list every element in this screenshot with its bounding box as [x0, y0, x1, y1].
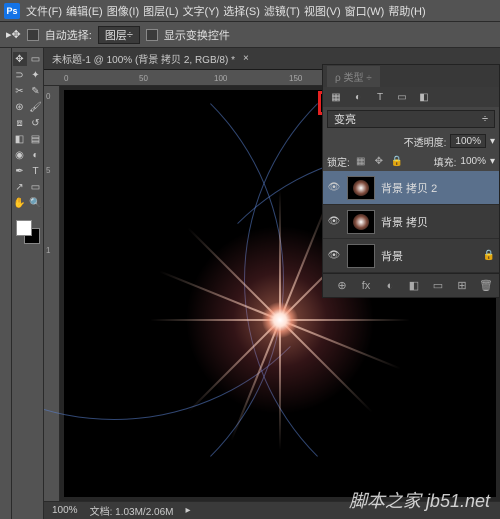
menu-select[interactable]: 选择(S) — [223, 3, 260, 19]
new-layer-icon[interactable]: ⊞ — [455, 279, 469, 293]
path-tool[interactable]: ↗ — [13, 180, 27, 194]
auto-select-label: 自动选择: — [45, 27, 92, 43]
lock-label: 锁定: — [327, 154, 350, 169]
layers-panel: ρ 类型 ÷ ▦ ◐ T ▭ ◧ 变亮÷ 不透明度: 100% ▾ 锁定: ▦ … — [322, 64, 500, 298]
blur-tool[interactable]: ◉ — [13, 148, 27, 162]
auto-select-checkbox[interactable] — [27, 29, 39, 41]
brush-tool[interactable]: 🖌 — [29, 100, 43, 114]
history-brush-tool[interactable]: ↺ — [29, 116, 43, 130]
panel-footer: ⊕ fx ◐ ◧ ▭ ⊞ 🗑 — [323, 273, 499, 297]
group-icon[interactable]: ▭ — [431, 279, 445, 293]
left-gutter — [0, 48, 12, 519]
heal-tool[interactable]: ⊛ — [13, 100, 27, 114]
stamp-tool[interactable]: ⧈ — [13, 116, 27, 130]
lock-row: 锁定: ▦ ✥ 🔒 填充: 100% ▾ — [323, 151, 499, 171]
toolbox: ✥▭ ⊃✦ ✂✎ ⊛🖌 ⧈↺ ◧▤ ◉◐ ✒T ↗▭ ✋🔍 — [12, 48, 44, 519]
dodge-tool[interactable]: ◐ — [29, 148, 43, 162]
blend-mode-dropdown[interactable]: 变亮÷ — [327, 110, 495, 128]
filter-icons: ▦ ◐ T ▭ ◧ — [323, 87, 499, 107]
lock-pixels-icon[interactable]: ▦ — [354, 154, 368, 168]
menu-filter[interactable]: 滤镜(T) — [264, 3, 300, 19]
layer-name[interactable]: 背景 拷贝 2 — [381, 180, 437, 196]
eraser-tool[interactable]: ◧ — [13, 132, 27, 146]
adjustment-icon[interactable]: ◧ — [407, 279, 421, 293]
menu-view[interactable]: 视图(V) — [304, 3, 341, 19]
filter-smart-icon[interactable]: ◧ — [417, 90, 431, 104]
filter-pixel-icon[interactable]: ▦ — [329, 90, 343, 104]
show-transform-checkbox[interactable] — [146, 29, 158, 41]
lock-icon: 🔒 — [483, 250, 495, 261]
panel-tabs: ρ 类型 ÷ — [323, 65, 499, 87]
filter-type-icon[interactable]: T — [373, 90, 387, 104]
marquee-tool[interactable]: ▭ — [29, 52, 43, 66]
blend-row: 变亮÷ — [323, 107, 499, 131]
layer-list: 👁 背景 拷贝 2 👁 背景 拷贝 👁 背景 🔒 — [323, 171, 499, 273]
blend-mode-value: 变亮 — [334, 111, 356, 127]
app-logo: Ps — [4, 3, 20, 19]
layer-thumbnail[interactable] — [347, 210, 375, 234]
layer-row[interactable]: 👁 背景 拷贝 2 — [323, 171, 499, 205]
menu-window[interactable]: 窗口(W) — [345, 3, 385, 19]
opacity-label: 不透明度: — [404, 134, 447, 149]
layer-name[interactable]: 背景 拷贝 — [381, 214, 428, 230]
gradient-tool[interactable]: ▤ — [29, 132, 43, 146]
panel-tab-kind[interactable]: ρ 类型 ÷ — [327, 66, 380, 87]
lock-position-icon[interactable]: ✥ — [372, 154, 386, 168]
auto-select-dropdown[interactable]: 图层 ÷ — [98, 26, 140, 44]
chevron-down-icon[interactable]: ▾ — [490, 156, 495, 167]
mask-icon[interactable]: ◐ — [383, 279, 397, 293]
menu-type[interactable]: 文字(Y) — [183, 3, 220, 19]
zoom-tool[interactable]: 🔍 — [29, 196, 43, 210]
filter-adjust-icon[interactable]: ◐ — [351, 90, 365, 104]
fx-icon[interactable]: fx — [359, 279, 373, 293]
opacity-row: 不透明度: 100% ▾ — [323, 131, 499, 151]
lasso-tool[interactable]: ⊃ — [13, 68, 27, 82]
hand-tool[interactable]: ✋ — [13, 196, 27, 210]
move-tool-icon: ▸✥ — [6, 28, 21, 41]
menu-file[interactable]: 文件(F) — [26, 3, 62, 19]
menu-help[interactable]: 帮助(H) — [388, 3, 425, 19]
fill-value[interactable]: 100% — [460, 156, 486, 167]
type-tool[interactable]: T — [29, 164, 43, 178]
trash-icon[interactable]: 🗑 — [479, 279, 493, 293]
menu-image[interactable]: 图像(I) — [107, 3, 139, 19]
layer-name[interactable]: 背景 — [381, 248, 403, 264]
menubar: Ps 文件(F) 编辑(E) 图像(I) 图层(L) 文字(Y) 选择(S) 滤… — [0, 0, 500, 22]
layer-row[interactable]: 👁 背景 拷贝 — [323, 205, 499, 239]
crop-tool[interactable]: ✂ — [13, 84, 27, 98]
color-swatch[interactable] — [16, 220, 40, 244]
lock-all-icon[interactable]: 🔒 — [390, 154, 404, 168]
visibility-icon[interactable]: 👁 — [327, 181, 341, 195]
link-layers-icon[interactable]: ⊕ — [335, 279, 349, 293]
menu-layer[interactable]: 图层(L) — [143, 3, 178, 19]
show-transform-label: 显示变换控件 — [164, 27, 230, 43]
pen-tool[interactable]: ✒ — [13, 164, 27, 178]
layer-thumbnail[interactable] — [347, 244, 375, 268]
chevron-down-icon[interactable]: ▾ — [490, 136, 495, 147]
fill-label: 填充: — [434, 154, 457, 169]
menu-edit[interactable]: 编辑(E) — [66, 3, 103, 19]
shape-tool[interactable]: ▭ — [29, 180, 43, 194]
visibility-icon[interactable]: 👁 — [327, 215, 341, 229]
filter-shape-icon[interactable]: ▭ — [395, 90, 409, 104]
options-bar: ▸✥ 自动选择: 图层 ÷ 显示变换控件 — [0, 22, 500, 48]
layer-thumbnail[interactable] — [347, 176, 375, 200]
move-tool[interactable]: ✥ — [13, 52, 27, 66]
opacity-value[interactable]: 100% — [450, 134, 486, 148]
layer-row[interactable]: 👁 背景 🔒 — [323, 239, 499, 273]
wand-tool[interactable]: ✦ — [29, 68, 43, 82]
eyedropper-tool[interactable]: ✎ — [29, 84, 43, 98]
visibility-icon[interactable]: 👁 — [327, 249, 341, 263]
